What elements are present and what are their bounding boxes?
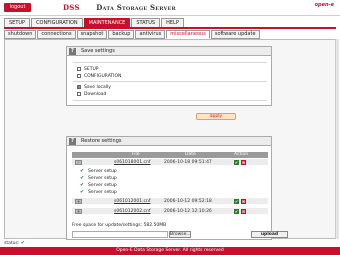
tab-help[interactable]: HELP — [161, 18, 184, 27]
restore-check-icon[interactable]: ✔ — [234, 209, 239, 214]
app-title: DSS Data Storage Server — [63, 3, 176, 12]
tab-divider — [4, 27, 336, 29]
option-configuration[interactable]: CONFIGURATION — [77, 73, 121, 79]
tab-configuration[interactable]: CONFIGURATION — [31, 18, 83, 27]
delete-x-icon[interactable]: ✖ — [241, 209, 246, 214]
list-item: ✔ Server setup — [80, 168, 117, 174]
help-icon[interactable]: ? — [69, 138, 76, 145]
target-download[interactable]: Download — [77, 91, 106, 97]
logout-button[interactable]: logout — [4, 3, 31, 12]
table-row: + s061012001.cnf 2006-10-12 09:52:18 ✔ ✖ — [72, 198, 268, 205]
expand-icon[interactable]: + — [75, 209, 82, 214]
tab-setup[interactable]: SETUP — [4, 18, 31, 27]
delete-x-icon[interactable]: ✖ — [241, 160, 246, 165]
list-item: ✔ Server setup — [80, 175, 117, 181]
restore-settings-header: ? Restore settings — [66, 136, 272, 146]
item-label: Server setup — [88, 168, 117, 174]
help-icon[interactable]: ? — [69, 48, 76, 55]
list-item: ✔ Server setup — [80, 189, 117, 195]
delete-x-icon[interactable]: ✖ — [241, 199, 246, 204]
target-save-locally[interactable]: Save locally — [77, 84, 111, 90]
save-settings-title: Save settings — [81, 48, 115, 54]
check-icon: ✔ — [80, 189, 85, 195]
item-label: Server setup — [88, 189, 117, 195]
target-label: Save locally — [84, 84, 111, 90]
scrollbar[interactable] — [335, 39, 339, 239]
tab-maintenance[interactable]: MAINTENANCE — [83, 18, 131, 27]
brand-logo: open-e — [314, 2, 334, 8]
restore-settings-title: Restore settings — [81, 138, 122, 144]
check-icon: ✔ — [20, 240, 25, 246]
subtab-miscellaneous[interactable]: miscellaneous — [166, 30, 210, 39]
file-name-link[interactable]: s061018001.cnf — [114, 159, 150, 166]
option-label: SETUP — [84, 66, 99, 72]
col-date: Date — [185, 152, 196, 157]
download-radio[interactable] — [77, 92, 81, 96]
item-label: Server setup — [88, 182, 117, 188]
top-bar: logout DSS Data Storage Server open-e — [0, 0, 340, 16]
divider — [73, 62, 267, 63]
restore-check-icon[interactable]: ✔ — [234, 160, 239, 165]
file-date: 2006-10-12 12:10:26 — [164, 209, 212, 214]
subtab-connections[interactable]: connections — [37, 30, 76, 39]
option-label: CONFIGURATION — [84, 73, 122, 79]
subtab-shutdown[interactable]: shutdown — [4, 30, 37, 39]
col-file: File — [132, 152, 140, 157]
restore-table-header: File Date Action — [72, 152, 268, 158]
upload-button[interactable]: upload — [251, 231, 288, 238]
save-settings-header: ? Save settings — [66, 46, 272, 56]
restore-check-icon[interactable]: ✔ — [234, 199, 239, 204]
item-label: Server setup — [88, 175, 117, 181]
check-icon: ✔ — [80, 168, 85, 174]
subtab-backup[interactable]: backup — [108, 30, 135, 39]
check-icon: ✔ — [80, 182, 85, 188]
app-title-long: Data Storage Server — [96, 3, 176, 12]
save-locally-radio[interactable] — [77, 85, 81, 89]
save-settings-body: SETUP CONFIGURATION Save locally Downloa… — [66, 56, 272, 106]
footer: Open-E Data Storage Server. All rights r… — [0, 247, 340, 255]
file-name-link[interactable]: s061012001.cnf — [114, 198, 150, 205]
tab-status[interactable]: STATUS — [131, 18, 161, 27]
option-setup[interactable]: SETUP — [77, 66, 98, 72]
list-item: ✔ Server setup — [80, 182, 117, 188]
table-row: – s061018001.cnf 2006-10-18 09:51:47 ✔ ✖ — [72, 159, 268, 166]
browse-button[interactable]: Browse... — [169, 231, 191, 238]
subtab-software-update[interactable]: software update — [210, 30, 260, 39]
target-label: Download — [84, 91, 107, 97]
file-name-link[interactable]: s061012002.cnf — [114, 208, 150, 215]
check-icon: ✔ — [80, 175, 85, 181]
main-tabs: SETUP CONFIGURATION MAINTENANCE STATUS H… — [4, 18, 184, 27]
divider — [73, 81, 267, 82]
apply-button[interactable]: apply — [196, 113, 236, 120]
sub-tabs: shutdown connections snapshot backup ant… — [4, 30, 260, 39]
setup-checkbox[interactable] — [77, 67, 81, 71]
status-label: status: — [4, 241, 20, 246]
status-indicator: status: ✔ — [4, 240, 26, 246]
subtab-snapshot[interactable]: snapshot — [76, 30, 108, 39]
free-space-text: Free space for update/settings: 582.50MB — [72, 223, 167, 228]
app-title-short: DSS — [63, 3, 80, 12]
expand-icon[interactable]: + — [75, 199, 82, 204]
file-date: 2006-10-18 09:51:47 — [164, 160, 212, 165]
col-action: Action — [234, 152, 249, 157]
subtab-antivirus[interactable]: antivirus — [135, 30, 166, 39]
divider — [73, 100, 267, 101]
configuration-checkbox[interactable] — [77, 74, 81, 78]
table-row: + s061012002.cnf 2006-10-12 12:10:26 ✔ ✖ — [72, 208, 268, 215]
file-path-input[interactable] — [72, 231, 168, 238]
file-date: 2006-10-12 09:52:18 — [164, 199, 212, 204]
collapse-icon[interactable]: – — [75, 160, 82, 165]
